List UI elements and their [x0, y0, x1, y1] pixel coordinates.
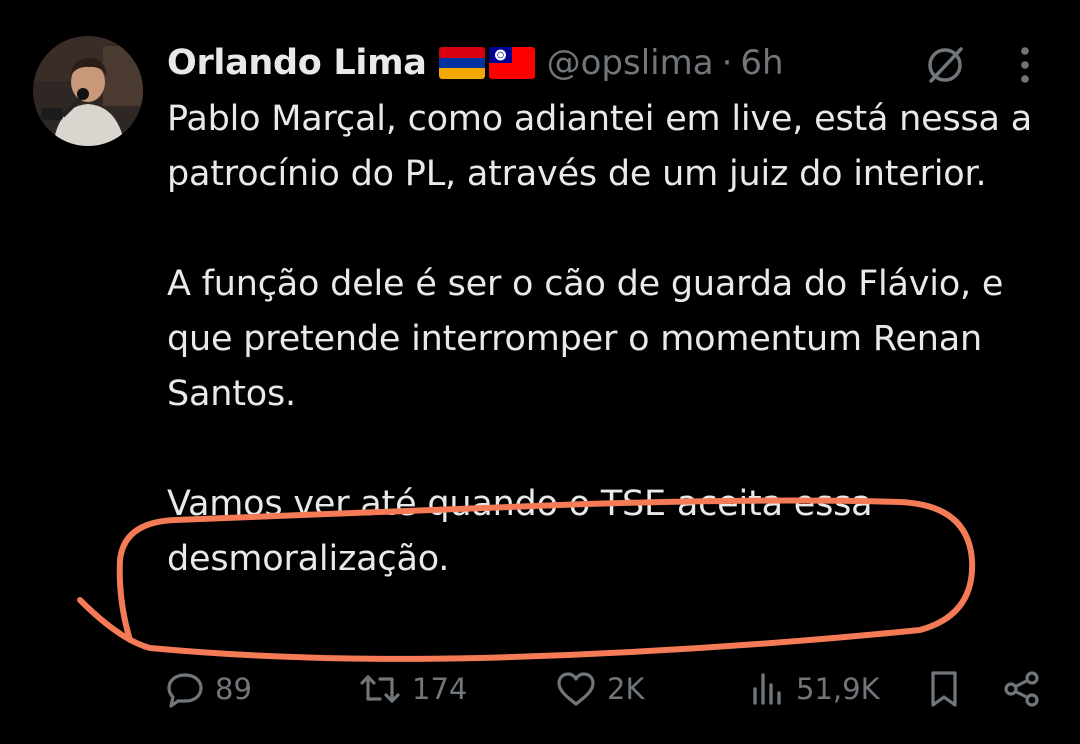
tweet[interactable]: Orlando Lima @opslima · 6h Pablo Marçal,… [0, 0, 1080, 744]
separator: · [721, 43, 733, 83]
repost-button[interactable]: 174 [358, 664, 467, 714]
like-button[interactable]: 2K [555, 664, 644, 714]
more-options-button[interactable] [1000, 40, 1050, 90]
avatar[interactable] [33, 36, 143, 146]
repost-count: 174 [412, 672, 468, 706]
display-name[interactable]: Orlando Lima [167, 43, 427, 83]
view-count: 51,9K [796, 672, 880, 706]
tweet-paragraph-highlighted: Vamos ver até quando o TSE aceita essa d… [167, 484, 873, 579]
reply-count: 89 [215, 672, 252, 706]
action-bar: 89 174 2K 51,9K [165, 664, 1045, 714]
armenia-flag-icon [438, 47, 485, 79]
tweet-paragraph: Pablo Marçal, como adiantei em live, est… [167, 99, 1032, 194]
flag-emojis [438, 47, 535, 79]
grok-button[interactable] [920, 40, 970, 90]
share-button[interactable] [1001, 664, 1043, 714]
tweet-header: Orlando Lima @opslima · 6h [167, 38, 784, 88]
views-button[interactable]: 51,9K [750, 664, 880, 714]
avatar-image [33, 36, 143, 146]
heart-icon [557, 672, 595, 706]
tweet-text: Pablo Marçal, como adiantei em live, est… [167, 92, 1057, 587]
reply-button[interactable]: 89 [165, 664, 252, 714]
reply-icon [167, 673, 203, 708]
more-vertical-icon [1021, 47, 1029, 83]
share-icon [1004, 671, 1039, 707]
tweet-paragraph: A função dele é ser o cão de guarda do F… [167, 264, 1004, 414]
timestamp[interactable]: 6h [740, 43, 783, 83]
repost-icon [360, 675, 400, 703]
like-count: 2K [607, 672, 645, 706]
handle[interactable]: @opslima [547, 43, 714, 83]
bookmark-icon [931, 671, 957, 707]
taiwan-flag-icon [488, 47, 535, 79]
grok-icon [928, 47, 963, 83]
views-icon [753, 673, 781, 705]
bookmark-button[interactable] [927, 664, 961, 714]
